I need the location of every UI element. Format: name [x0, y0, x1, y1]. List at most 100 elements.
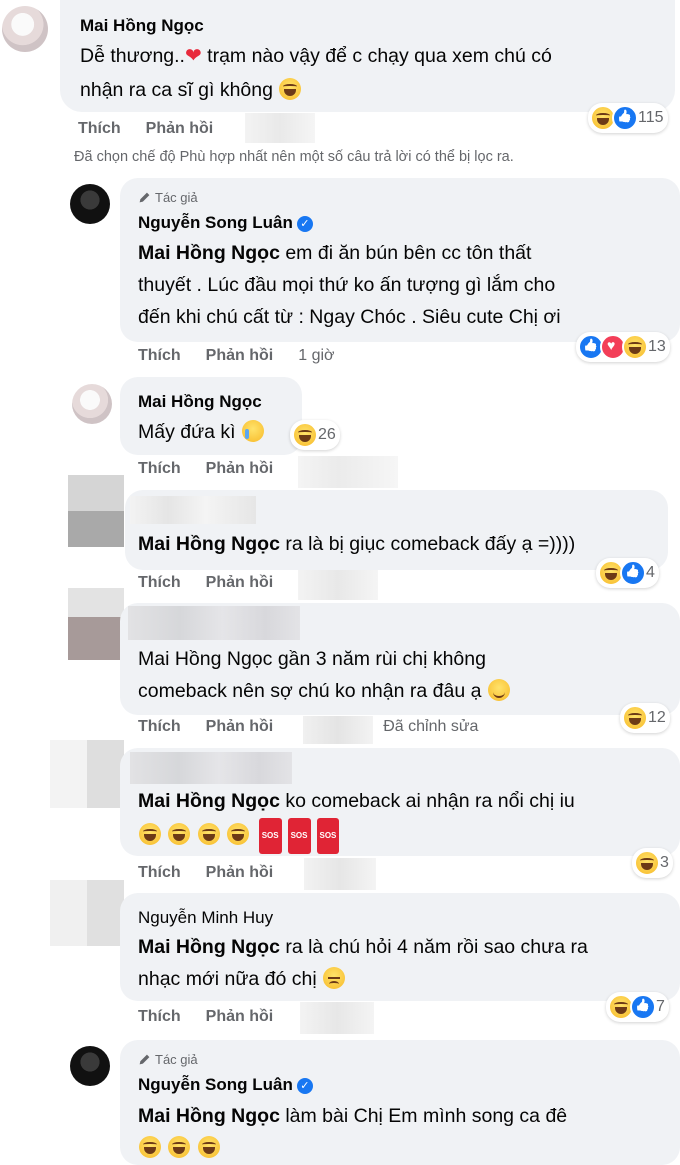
- haha-reaction-icon: [622, 705, 648, 731]
- reaction-count: 13: [648, 338, 666, 355]
- timestamp[interactable]: 1 giờ: [298, 347, 334, 365]
- reply-link[interactable]: Phản hồi: [206, 574, 274, 592]
- comment-text: Dễ thương..❤ trạm nào vậy để c chạy qua …: [80, 45, 552, 67]
- avatar[interactable]: [72, 384, 112, 424]
- verified-badge-icon: ✓: [296, 1078, 313, 1094]
- sos-emoji-icon: SOS: [287, 818, 311, 854]
- crying-emoji-icon: [242, 420, 265, 442]
- sos-emoji-icon: SOS: [316, 818, 340, 854]
- blurred-avatar[interactable]: [68, 475, 124, 547]
- comment-text: thuyết . Lúc đầu mọi thứ ko ấn tượng gì …: [138, 274, 556, 296]
- comment-text: Mai Hồng Ngọc ko comeback ai nhận ra nổi…: [138, 790, 575, 812]
- comment-text: Mai Hồng Ngọc làm bài Chị Em mình song c…: [138, 1105, 568, 1127]
- reply-link[interactable]: Phản hồi: [206, 460, 274, 478]
- laughing-emoji-icon: [197, 1136, 220, 1158]
- comment-text: nhạc mới nữa đó chị: [138, 963, 346, 995]
- blurred-region: [298, 456, 398, 488]
- reaction-summary[interactable]: 12: [620, 703, 670, 733]
- like-link[interactable]: Thích: [138, 574, 181, 592]
- comment-author[interactable]: Nguyễn Minh Huy: [138, 908, 273, 928]
- reply-link[interactable]: Phản hồi: [206, 864, 274, 882]
- reply-link[interactable]: Phản hồi: [206, 347, 274, 365]
- blurred-region: [303, 716, 373, 744]
- laughing-emoji-icon: [139, 823, 161, 845]
- reaction-count: 7: [656, 998, 665, 1015]
- reaction-count: 26: [318, 426, 336, 443]
- comment-text: comeback nên sợ chú ko nhận ra đâu ạ: [138, 675, 511, 707]
- reply-link[interactable]: Phản hồi: [206, 718, 274, 736]
- reply-link[interactable]: Phản hồi: [146, 120, 214, 138]
- edited-label[interactable]: Đã chỉnh sửa: [383, 718, 478, 736]
- comment-actions: Thích Phản hồi: [138, 574, 298, 592]
- mention[interactable]: Mai Hồng Ngọc: [138, 790, 280, 812]
- like-link[interactable]: Thích: [138, 718, 181, 736]
- laughing-emoji-icon: [227, 823, 250, 845]
- haha-reaction-icon: [292, 422, 318, 448]
- blurred-region: [245, 113, 315, 143]
- reaction-summary[interactable]: 13: [576, 332, 670, 362]
- reaction-count: 115: [638, 109, 664, 126]
- like-reaction-icon: [612, 105, 638, 131]
- comment-text: Mai Hồng Ngọc gần 3 năm rùi chị không: [138, 648, 486, 670]
- blurred-author: [130, 752, 292, 784]
- comment-text: nhận ra ca sĩ gì không: [80, 74, 302, 106]
- haha-reaction-icon: [622, 334, 648, 360]
- blurred-author: [130, 496, 256, 524]
- reaction-summary[interactable]: 115: [588, 103, 668, 133]
- sad-emoji-icon: [323, 967, 346, 989]
- avatar[interactable]: [70, 184, 110, 224]
- mention[interactable]: Mai Hồng Ngọc: [138, 1105, 280, 1127]
- blurred-avatar[interactable]: [50, 880, 124, 946]
- comment-actions: Thích Phản hồi: [78, 120, 238, 138]
- filter-notice: Đã chọn chế độ Phù hợp nhất nên một số c…: [74, 149, 514, 165]
- comment-text: Mai Hồng Ngọc ra là chú hỏi 4 năm rồi sa…: [138, 936, 588, 958]
- comment-text: [138, 1132, 221, 1164]
- like-link[interactable]: Thích: [78, 120, 121, 138]
- smiling-emoji-icon: [487, 679, 510, 701]
- heart-emoji-icon: ❤: [184, 45, 202, 67]
- comment-text: Mai Hồng Ngọc em đi ăn bún bên cc tôn th…: [138, 242, 532, 264]
- reaction-count: 4: [646, 564, 655, 581]
- blurred-avatar[interactable]: [50, 740, 124, 808]
- comment-author[interactable]: Nguyễn Song Luân ✓: [138, 1075, 313, 1095]
- mention[interactable]: Mai Hồng Ngọc: [138, 936, 280, 958]
- reaction-summary[interactable]: 3: [632, 848, 673, 878]
- like-link[interactable]: Thích: [138, 864, 181, 882]
- like-link[interactable]: Thích: [138, 1008, 181, 1026]
- comment-actions: Thích Phản hồi: [138, 864, 298, 882]
- like-link[interactable]: Thích: [138, 347, 181, 365]
- reply-link[interactable]: Phản hồi: [206, 1008, 274, 1026]
- comment-text: đến khi chú cất từ : Ngay Chóc . Siêu cu…: [138, 306, 561, 328]
- blurred-avatar[interactable]: [68, 588, 124, 660]
- comment-actions: Thích Phản hồi 1 giờ: [138, 347, 360, 365]
- blurred-region: [300, 1002, 374, 1034]
- avatar[interactable]: [2, 6, 48, 52]
- reaction-summary[interactable]: 4: [596, 558, 659, 588]
- haha-reaction-icon: [634, 850, 660, 876]
- pen-icon: [139, 192, 150, 203]
- like-reaction-icon: [620, 560, 646, 586]
- author-badge: Tác giả: [138, 190, 198, 205]
- reaction-count: 12: [648, 709, 666, 726]
- reaction-summary[interactable]: 26: [290, 420, 340, 450]
- comment-author[interactable]: Mai Hồng Ngọc: [80, 16, 204, 36]
- reaction-summary[interactable]: 7: [606, 992, 669, 1022]
- comment-text: Mai Hồng Ngọc ra là bị giục comeback đấy…: [138, 533, 576, 555]
- author-badge: Tác giả: [138, 1052, 198, 1067]
- avatar[interactable]: [70, 1046, 110, 1086]
- blurred-region: [298, 570, 378, 600]
- comment-author[interactable]: Mai Hồng Ngọc: [138, 392, 262, 412]
- laughing-emoji-icon: [279, 78, 302, 100]
- verified-badge-icon: ✓: [296, 216, 313, 232]
- blurred-author: [128, 606, 300, 640]
- mention[interactable]: Mai Hồng Ngọc: [138, 533, 280, 555]
- mention[interactable]: Mai Hồng Ngọc: [138, 242, 280, 264]
- comment-actions: Thích Phản hồi: [138, 1008, 298, 1026]
- like-reaction-icon: [630, 994, 656, 1020]
- laughing-emoji-icon: [168, 823, 191, 845]
- comment-author[interactable]: Nguyễn Song Luân ✓: [138, 213, 313, 233]
- laughing-emoji-icon: [168, 1136, 191, 1158]
- like-link[interactable]: Thích: [138, 460, 181, 478]
- reaction-count: 3: [660, 854, 669, 871]
- comment-text: SOS SOS SOS: [138, 818, 342, 854]
